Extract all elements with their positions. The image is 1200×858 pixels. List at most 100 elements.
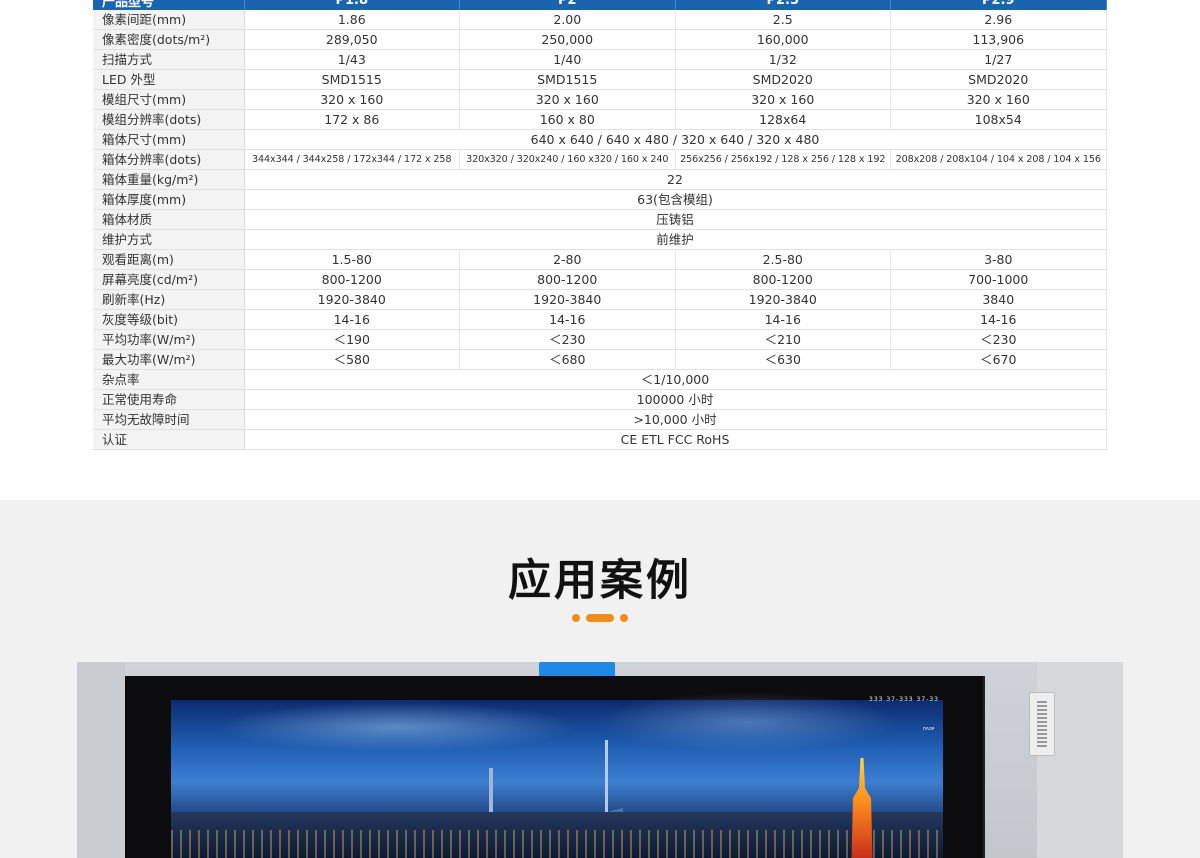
spec-table-header-row: 产品型号 P1.8 P2 P2.5 P2.9 [93,0,1107,10]
decoration-bar [586,614,614,622]
spec-row: LED 外型 SMD1515 SMD1515 SMD2020 SMD2020 [93,69,1107,90]
spec-row-label: 箱体重量(kg/m²) [93,169,245,190]
header-cell-p18: P1.8 [244,0,460,10]
spec-row: 扫描方式 1/43 1/40 1/32 1/27 [93,49,1107,70]
decoration-dot-left [572,614,580,622]
spec-cell: 14-16 [890,309,1107,330]
spec-cell: 320 x 160 [890,89,1107,110]
spec-cell: 1/27 [890,49,1107,70]
spec-row-label: 模组尺寸(mm) [93,89,245,110]
spec-row-label: 正常使用寿命 [93,389,245,410]
spec-cell: 2.96 [890,10,1107,30]
spec-cell-merged: 前维护 [244,229,1107,250]
spec-row: 模组尺寸(mm) 320 x 160 320 x 160 320 x 160 320 x… [93,89,1107,110]
spec-cell: 14-16 [459,309,676,330]
spec-cell: 2-80 [459,249,676,270]
spec-cell: ＜230 [459,329,676,350]
spec-cell: 800-1200 [675,269,891,290]
spec-cell: 1/32 [675,49,891,70]
spec-cell: 2.5-80 [675,249,891,270]
spec-row: 平均功率(W/m²) ＜190 ＜230 ＜210 ＜230 [93,329,1107,350]
spec-cell: 800-1200 [459,269,676,290]
spec-row-label: LED 外型 [93,69,245,90]
screen-overlay-text-small: ᴨᴧᴏᴩ [923,726,935,732]
spec-row-label: 箱体分辨率(dots) [93,149,245,170]
spec-cell: 320 x 160 [244,89,460,110]
spec-row-label: 箱体厚度(mm) [93,189,245,210]
spec-cell: 160 x 80 [459,109,676,130]
spec-cell: 250,000 [459,29,676,50]
spec-cell: 14-16 [675,309,891,330]
spec-cell: SMD2020 [890,69,1107,90]
spec-cell: 320 x 160 [675,89,891,110]
spec-row: 平均无故障时间 >10,000 小时 [93,409,1107,430]
spec-row-label: 屏幕亮度(cd/m²) [93,269,245,290]
spec-row-label: 维护方式 [93,229,245,250]
spec-row: 观看距离(m) 1.5-80 2-80 2.5-80 3-80 [93,249,1107,270]
spec-cell: 1/40 [459,49,676,70]
spec-row-label: 平均功率(W/m²) [93,329,245,350]
spec-cell: 3-80 [890,249,1107,270]
spec-row-label: 观看距离(m) [93,249,245,270]
led-wall-frame-edge [983,676,985,858]
spec-cell: 1.5-80 [244,249,460,270]
spec-cell: ＜680 [459,349,676,370]
title-decoration [572,613,630,623]
spec-cell: 1/43 [244,49,460,70]
spec-row-label: 像素间距(mm) [93,10,245,30]
spec-cell-merged: ＜1/10,000 [244,369,1107,390]
header-cell-p2: P2 [459,0,676,10]
photo-wall-left [77,662,125,858]
header-cell-p29: P2.9 [890,0,1107,10]
spec-row-label: 像素密度(dots/m²) [93,29,245,50]
spec-cell-merged: >10,000 小时 [244,409,1107,430]
spec-cell: ＜670 [890,349,1107,370]
spec-row: 箱体分辨率(dots) 344x344 / 344x258 / 172x344 /… [93,149,1107,170]
spec-row: 模组分辨率(dots) 172 x 86 160 x 80 128x64 108x54 [93,109,1107,130]
spec-row: 杂点率 ＜1/10,000 [93,369,1107,390]
spec-cell: 113,906 [890,29,1107,50]
spec-row: 维护方式 前维护 [93,229,1107,250]
spec-row-label: 杂点率 [93,369,245,390]
spec-row: 屏幕亮度(cd/m²) 800-1200 800-1200 800-1200 700-1… [93,269,1107,290]
spec-row-label: 箱体尺寸(mm) [93,129,245,150]
decoration-dot-right [620,614,628,622]
spec-cell-merged: CE ETL FCC RoHS [244,429,1107,450]
spec-cell: 3840 [890,289,1107,310]
spec-row: 认证 CE ETL FCC RoHS [93,429,1107,450]
spec-table-body: 像素间距(mm) 1.86 2.00 2.5 2.96 像素密度(dots/m²) 289,… [93,10,1107,450]
spec-cell-merged: 63(包含模组) [244,189,1107,210]
spec-cell: ＜190 [244,329,460,350]
spec-cell: 700-1000 [890,269,1107,290]
spec-cell-merged: 压铸铝 [244,209,1107,230]
spec-cell: SMD2020 [675,69,891,90]
spec-cell: 208x208 / 208x104 / 104 x 208 / 104 x 15… [890,149,1107,170]
header-cell-p25: P2.5 [675,0,891,10]
spec-cell: 1.86 [244,10,460,30]
spec-row: 箱体尺寸(mm) 640 x 640 / 640 x 480 / 320 x 64… [93,129,1107,150]
screen-cloud-right [597,692,897,752]
screen-overlay-text: 333 37-333 37-33 [869,696,939,703]
spec-cell: 289,050 [244,29,460,50]
header-cell-model: 产品型号 [93,0,245,10]
spec-row: 最大功率(W/m²) ＜580 ＜680 ＜630 ＜670 [93,349,1107,370]
spec-table: 产品型号 P1.8 P2 P2.5 P2.9 像素间距(mm) 1.86 2.00 2… [93,0,1107,450]
case-section: 应用案例 333 37-333 37-33 ᴨᴧᴏᴩ [0,500,1200,858]
spec-cell-merged: 100000 小时 [244,389,1107,410]
spec-cell: 160,000 [675,29,891,50]
wall-speaker [1029,692,1055,756]
spec-cell: 1920-3840 [459,289,676,310]
spec-cell: 172 x 86 [244,109,460,130]
spec-cell: 1920-3840 [675,289,891,310]
spec-cell: 128x64 [675,109,891,130]
case-photo: 333 37-333 37-33 ᴨᴧᴏᴩ [77,662,1123,858]
case-section-title: 应用案例 [508,556,692,606]
spec-section: 产品型号 P1.8 P2 P2.5 P2.9 像素间距(mm) 1.86 2.00 2… [0,0,1200,500]
spec-cell-merged: 640 x 640 / 640 x 480 / 320 x 640 / 320 … [244,129,1107,150]
screen-city-lights [171,830,943,858]
spec-row-label: 扫描方式 [93,49,245,70]
spec-cell: 320x320 / 320x240 / 160 x320 / 160 x 240 [459,149,676,170]
spec-cell: 800-1200 [244,269,460,290]
spec-cell: 14-16 [244,309,460,330]
spec-cell: SMD1515 [459,69,676,90]
